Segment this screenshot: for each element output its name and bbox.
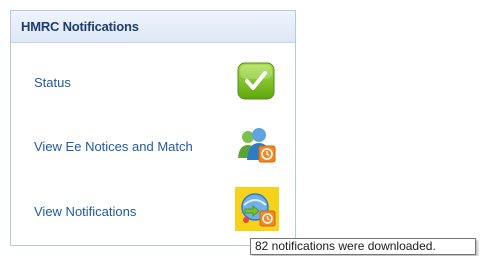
panel-title: HMRC Notifications	[21, 19, 139, 34]
notifications-tooltip: 82 notifications were downloaded.	[250, 238, 476, 255]
notifications-icon[interactable]	[235, 187, 279, 231]
panel-header: HMRC Notifications	[11, 11, 295, 43]
employee-notices-icon[interactable]	[235, 124, 276, 164]
notifications-row[interactable]: View Notifications	[11, 187, 295, 231]
hmrc-notifications-panel: HMRC Notifications Status View Ee Notice…	[10, 10, 296, 246]
status-row[interactable]: Status	[11, 61, 295, 101]
check-status-icon[interactable]	[236, 61, 276, 101]
status-link[interactable]: Status	[34, 75, 71, 90]
view-notifications-link[interactable]: View Notifications	[34, 204, 136, 219]
view-ee-notices-link[interactable]: View Ee Notices and Match	[34, 139, 193, 154]
ee-notices-row[interactable]: View Ee Notices and Match	[11, 126, 295, 166]
